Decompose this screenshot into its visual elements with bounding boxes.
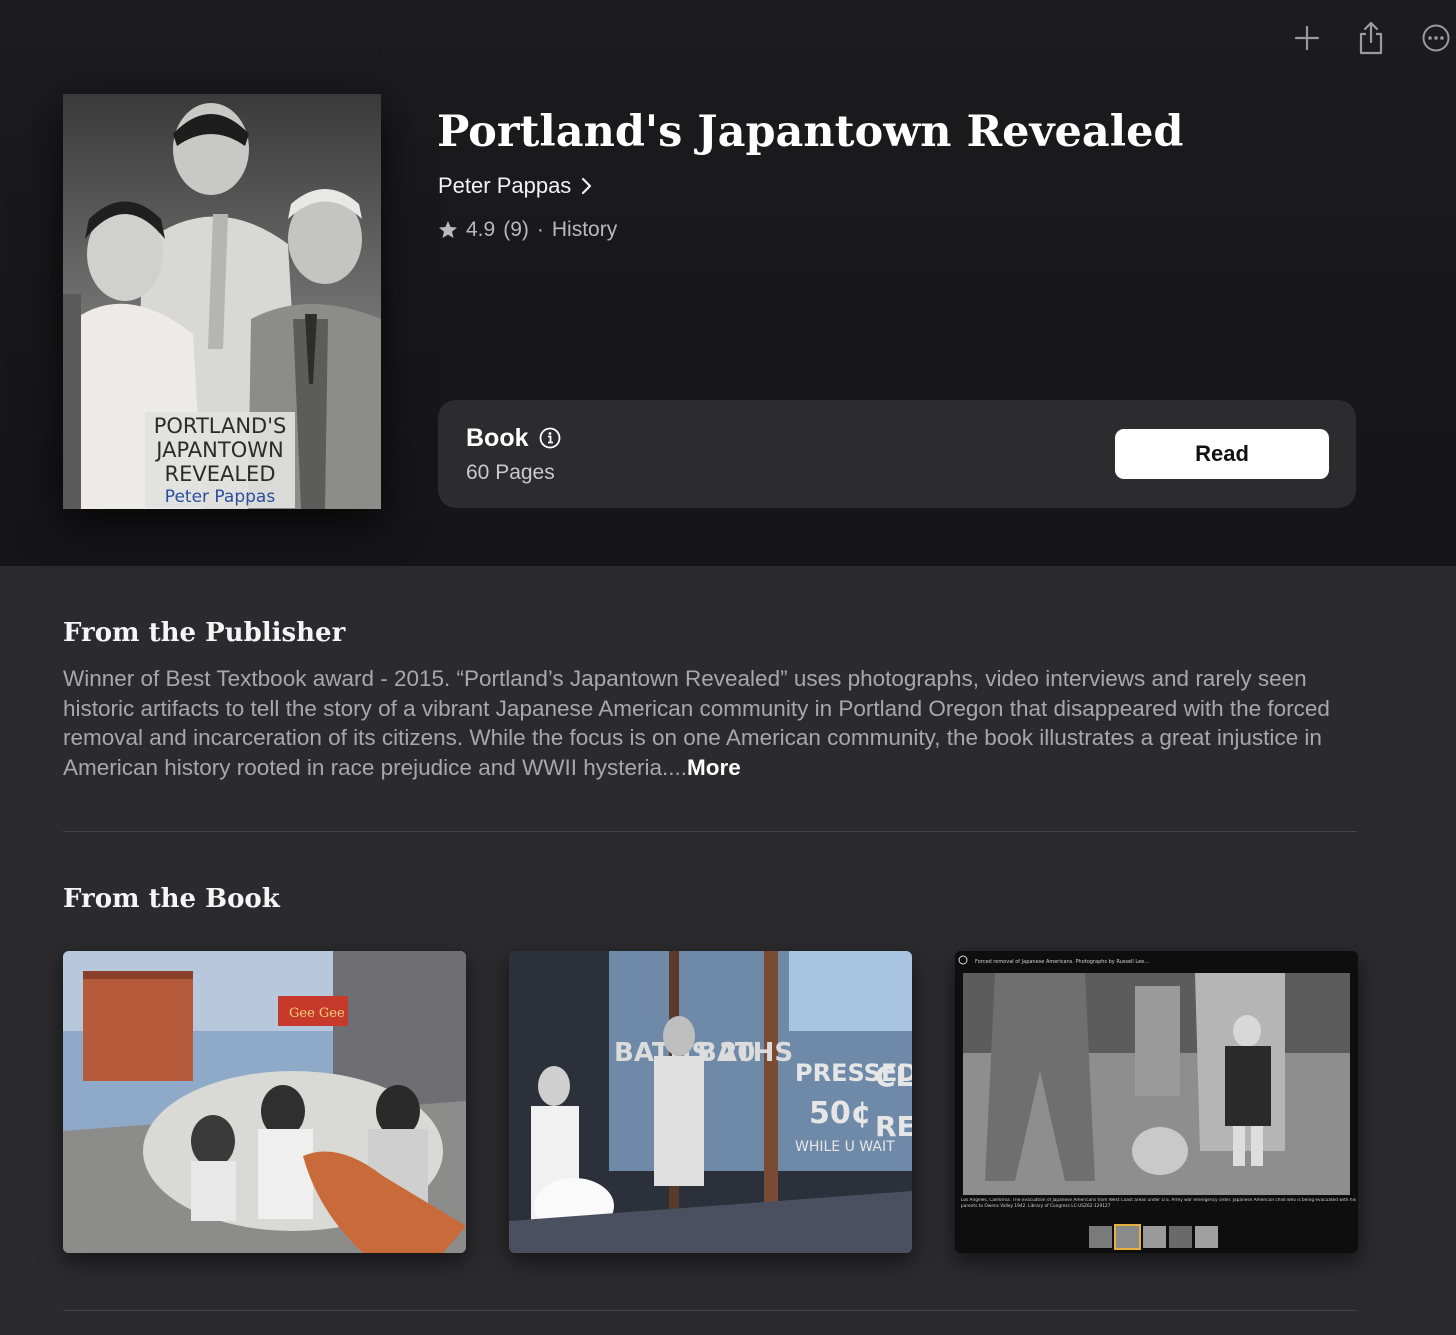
publisher-heading: From the Publisher bbox=[63, 618, 346, 648]
cover-title-line: PORTLAND'S bbox=[153, 414, 287, 438]
price-sign-text: 50¢ bbox=[809, 1096, 872, 1131]
author-name: Peter Pappas bbox=[438, 173, 572, 198]
info-icon[interactable] bbox=[539, 427, 561, 449]
chevron-right-icon bbox=[582, 177, 592, 195]
cover-title-label: PORTLAND'S JAPANTOWN REVEALED Peter Papp… bbox=[145, 412, 295, 508]
format-label: Book bbox=[466, 424, 529, 452]
book-screenshot[interactable]: Forced removal of Japanese Americans. Ph… bbox=[955, 951, 1358, 1253]
book-cover[interactable]: PORTLAND'S JAPANTOWN REVEALED Peter Papp… bbox=[63, 94, 381, 509]
from-book-heading: From the Book bbox=[63, 884, 280, 914]
star-icon bbox=[439, 221, 457, 238]
share-button[interactable] bbox=[1353, 20, 1389, 56]
book-screenshot[interactable]: BATHS 20 BATHS PRESSED 50¢ WHILE U WAIT … bbox=[509, 951, 912, 1253]
read-button[interactable]: Read bbox=[1115, 429, 1329, 479]
plus-icon bbox=[1294, 25, 1320, 51]
photo-caption-wrap: Los Angeles, California. The evacuation … bbox=[961, 1198, 1356, 1209]
more-link[interactable]: More bbox=[687, 755, 741, 780]
ellipsis-circle-icon bbox=[1422, 24, 1450, 52]
rating-value: 4.9 bbox=[466, 218, 496, 241]
cover-title-line: REVEALED bbox=[164, 462, 276, 486]
screenshot-street-scene: Gee Gee bbox=[63, 951, 466, 1253]
genre-link[interactable]: History bbox=[552, 216, 617, 244]
screenshot-evacuation-photo: Forced removal of Japanese Americans. Ph… bbox=[955, 951, 1358, 1253]
screenshot-storefront: BATHS 20 BATHS PRESSED 50¢ WHILE U WAIT … bbox=[509, 951, 912, 1253]
publisher-description: Winner of Best Textbook award - 2015. “P… bbox=[63, 664, 1363, 782]
format-card: Book 60 Pages Read bbox=[438, 400, 1356, 508]
book-title: Portland's Japantown Revealed bbox=[437, 107, 1184, 157]
add-button[interactable] bbox=[1289, 20, 1325, 56]
book-screenshot[interactable]: Gee Gee bbox=[63, 951, 466, 1253]
page-count: 60 Pages bbox=[466, 461, 555, 484]
side-sign-text: REP bbox=[875, 1110, 912, 1143]
meta-separator: · bbox=[536, 218, 544, 241]
author-link[interactable]: Peter Pappas bbox=[438, 172, 593, 200]
share-icon bbox=[1359, 21, 1383, 55]
side-sign-text: CLE bbox=[875, 1060, 912, 1093]
section-divider bbox=[63, 1310, 1357, 1311]
format-name: Book bbox=[466, 422, 561, 454]
photo-caption-text: Los Angeles, California. The evacuation … bbox=[961, 1198, 1356, 1209]
cover-author: Peter Pappas bbox=[164, 487, 276, 507]
shop-sign-text: Gee Gee bbox=[289, 1006, 345, 1021]
window-sign-text: BATHS bbox=[697, 1038, 793, 1068]
book-meta: 4.9 (9) · History bbox=[438, 216, 617, 244]
rating-count: (9) bbox=[503, 218, 529, 241]
cover-title-line: JAPANTOWN bbox=[156, 438, 284, 462]
section-divider bbox=[63, 831, 1357, 832]
more-options-button[interactable] bbox=[1418, 20, 1454, 56]
photo-header-text: Forced removal of Japanese Americans. Ph… bbox=[975, 959, 1149, 965]
